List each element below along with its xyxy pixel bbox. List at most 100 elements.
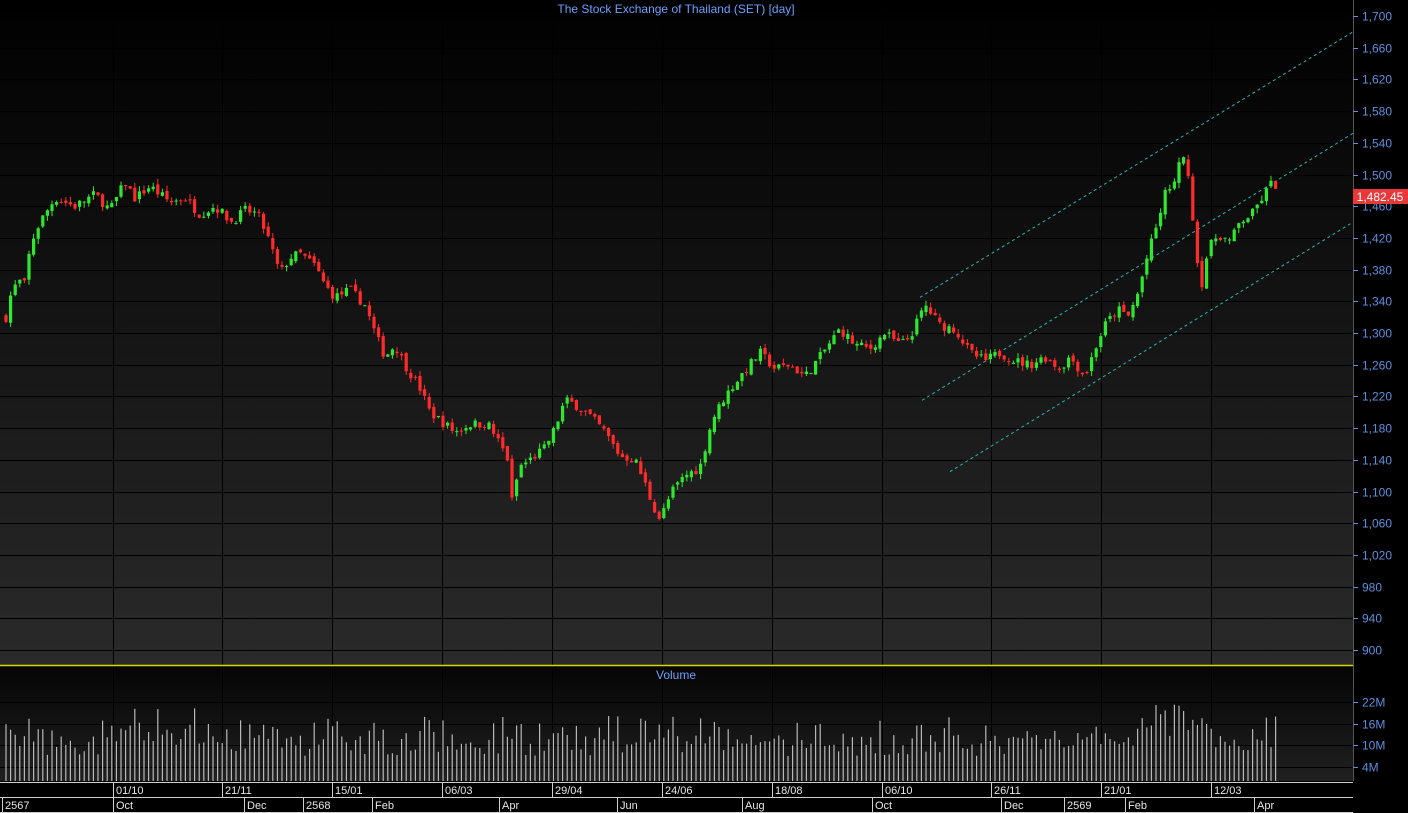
volume-bar bbox=[842, 733, 844, 781]
volume-bar bbox=[106, 737, 108, 781]
candle bbox=[41, 215, 45, 228]
volume-bar bbox=[1104, 733, 1106, 781]
volume-bar bbox=[939, 752, 941, 781]
volume-bar bbox=[732, 746, 734, 781]
volume-bar bbox=[759, 742, 761, 781]
volume-bar bbox=[1017, 737, 1019, 781]
volume-bar bbox=[33, 741, 35, 781]
volume-tick-label: 22M bbox=[1362, 696, 1385, 710]
volume-bar bbox=[994, 735, 996, 781]
volume-bar bbox=[1123, 742, 1125, 781]
volume-bar bbox=[387, 754, 389, 781]
volume-bar bbox=[364, 753, 366, 781]
volume-bar bbox=[778, 735, 780, 781]
volume-bar bbox=[102, 720, 104, 781]
volume-bar bbox=[304, 755, 306, 781]
volume-bar bbox=[644, 720, 646, 781]
volume-bar bbox=[42, 729, 44, 781]
volume-bar bbox=[773, 738, 775, 781]
volume-bar bbox=[203, 742, 205, 781]
volume-bar bbox=[60, 736, 62, 781]
volume-bar bbox=[221, 743, 223, 781]
volume-bar bbox=[704, 743, 706, 781]
volume-bar bbox=[258, 735, 260, 781]
volume-bar bbox=[83, 751, 85, 781]
volume-bar bbox=[1054, 730, 1056, 781]
price-tick-label: 1,380 bbox=[1362, 264, 1392, 278]
volume-bar bbox=[718, 726, 720, 781]
volume-bar bbox=[534, 755, 536, 781]
price-tick-label: 1,660 bbox=[1362, 42, 1392, 56]
volume-bar bbox=[1192, 719, 1194, 781]
volume-bar bbox=[115, 741, 117, 781]
volume-bar bbox=[276, 729, 278, 781]
volume-bar bbox=[198, 743, 200, 781]
date-period-label: Jun bbox=[620, 800, 638, 812]
date-period-label: 2569 bbox=[1067, 800, 1091, 812]
volume-bar bbox=[594, 738, 596, 781]
volume-bar bbox=[336, 721, 338, 781]
volume-bar bbox=[1265, 717, 1267, 781]
volume-bar bbox=[511, 738, 513, 781]
volume-tick-label: 4M bbox=[1362, 761, 1379, 775]
volume-bar bbox=[1201, 718, 1203, 781]
volume-bar bbox=[1086, 737, 1088, 781]
volume-bar bbox=[681, 752, 683, 781]
volume-bar bbox=[1035, 735, 1037, 781]
volume-bar bbox=[700, 718, 702, 781]
price-tick-label: 900 bbox=[1362, 644, 1382, 658]
volume-bar bbox=[874, 753, 876, 781]
date-axis: 01/10 21/11 15/01 06/03 29/04 24/06 18/08 06/10… bbox=[0, 782, 1353, 813]
volume-bar bbox=[1109, 738, 1111, 781]
volume-bar bbox=[1095, 726, 1097, 781]
candle bbox=[648, 479, 652, 500]
volume-bar bbox=[253, 737, 255, 781]
volume-bar bbox=[125, 730, 127, 781]
volume-bar bbox=[1141, 718, 1143, 781]
volume-bar bbox=[838, 751, 840, 781]
volume-bar bbox=[1215, 747, 1217, 781]
volume-bar bbox=[1247, 750, 1249, 781]
date-tick-label: 21/11 bbox=[225, 785, 252, 797]
volume-bar bbox=[166, 729, 168, 781]
volume-bar bbox=[539, 723, 541, 781]
volume-bar bbox=[1137, 728, 1139, 781]
volume-bar bbox=[966, 748, 968, 781]
volume-bar bbox=[631, 744, 633, 781]
date-period-label: 2568 bbox=[306, 800, 330, 812]
volume-bar bbox=[635, 742, 637, 781]
last-price-label: 1,482.45 bbox=[1357, 190, 1404, 204]
date-tick-label: 06/03 bbox=[445, 785, 473, 797]
volume-bar bbox=[5, 724, 7, 781]
price-tick-label: 980 bbox=[1362, 581, 1382, 595]
volume-bar bbox=[920, 724, 922, 781]
volume-bar bbox=[391, 753, 393, 781]
volume-bar bbox=[488, 739, 490, 781]
volume-bar bbox=[88, 741, 90, 781]
volume-bar bbox=[1242, 750, 1244, 781]
price-tick-label: 1,700 bbox=[1362, 10, 1392, 24]
volume-bar bbox=[161, 734, 163, 781]
volume-bar bbox=[184, 728, 186, 781]
volume-bar bbox=[212, 736, 214, 781]
volume-bar bbox=[207, 723, 209, 781]
date-tick-label: 12/03 bbox=[1214, 785, 1242, 797]
volume-bar bbox=[571, 749, 573, 781]
volume-bar bbox=[649, 742, 651, 781]
volume-bar bbox=[667, 729, 669, 781]
volume-bar bbox=[37, 729, 39, 781]
candle bbox=[1191, 173, 1195, 221]
volume-bar bbox=[815, 725, 817, 781]
volume-bar bbox=[925, 751, 927, 781]
date-tick-label: 06/10 bbox=[885, 785, 913, 797]
volume-bar bbox=[1160, 714, 1162, 781]
candle bbox=[1232, 227, 1236, 242]
volume-bar bbox=[580, 749, 582, 781]
volume-bar bbox=[1206, 723, 1208, 781]
volume-bar bbox=[971, 744, 973, 781]
volume-bar bbox=[897, 753, 899, 781]
date-tick-label: 15/01 bbox=[335, 785, 363, 797]
volume-bar bbox=[479, 747, 481, 781]
volume-bar bbox=[934, 741, 936, 781]
volume-bar bbox=[916, 725, 918, 781]
